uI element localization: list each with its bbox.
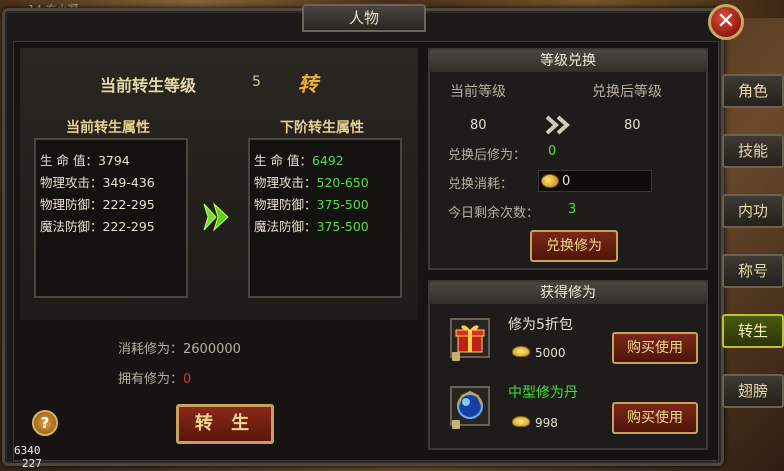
item-name-medium-pill: 中型修为丹 [508, 385, 578, 401]
attr-row-magic-def: 魔法防御：375-500 [254, 216, 369, 235]
obtain-heading: 获得修为 [430, 282, 706, 304]
attr-label: 物理防御： [40, 197, 103, 212]
attr-label: 生 命 值： [40, 153, 98, 168]
attr-value: 222-295 [102, 197, 155, 212]
lock-icon [452, 420, 460, 429]
consume-value: 0 [562, 174, 571, 189]
attr-row-phys-atk: 物理攻击：349-436 [40, 172, 155, 191]
next-attr-heading: 下阶转生属性 [280, 120, 364, 136]
attr-label: 物理防御： [254, 197, 317, 212]
remaining-value: 3 [568, 202, 577, 217]
own-cultivation: 拥有修为：0 [118, 368, 191, 387]
attr-value: 349-436 [102, 175, 155, 190]
attr-value: 375-500 [316, 197, 369, 212]
attr-row-magic-def: 魔法防御：222-295 [40, 216, 155, 235]
remaining-label: 今日剩余次数： [448, 206, 540, 221]
buy-use-button[interactable]: 购买使用 [612, 402, 698, 434]
help-icon[interactable]: ? [32, 410, 58, 436]
exchange-cultivation-button[interactable]: 兑换修为 [530, 230, 618, 262]
attr-row-phys-atk: 物理攻击：520-650 [254, 172, 369, 191]
lock-icon [452, 352, 460, 361]
after-cultivation-label: 兑换后修为： [448, 148, 527, 163]
exchange-current-level-label: 当前等级 [450, 84, 506, 100]
exchange-heading: 等级兑换 [430, 50, 706, 72]
attr-label: 物理攻击： [40, 175, 103, 190]
current-rebirth-level-value: 5 [252, 74, 261, 90]
current-attr-heading: 当前转生属性 [66, 120, 150, 136]
tab-character[interactable]: 角色 [722, 74, 784, 108]
close-button[interactable]: ✕ [708, 4, 744, 40]
attr-row-phys-def: 物理防御：222-295 [40, 194, 155, 213]
gold-ingot-icon [512, 346, 530, 357]
attr-value: 3794 [97, 153, 130, 168]
tab-titles[interactable]: 称号 [722, 254, 784, 288]
attr-label: 物理攻击： [254, 175, 317, 190]
coord-x: 6340 [14, 444, 41, 457]
attr-label: 魔法防御： [254, 219, 317, 234]
exchange-after-level: 80 [624, 118, 641, 133]
coord-y: 227 [22, 457, 42, 470]
consume-label: 兑换消耗： [448, 177, 514, 192]
exchange-after-level-label: 兑换后等级 [592, 84, 662, 100]
double-chevron-right-icon [545, 115, 571, 135]
attr-value: 375-500 [316, 219, 369, 234]
cost-cultivation: 消耗修为：2600000 [118, 338, 241, 357]
attr-value: 520-650 [316, 175, 369, 190]
window-title: 人物 [302, 4, 426, 32]
double-arrow-right-icon [203, 202, 229, 232]
current-attr-box: 生 命 值：3794 物理攻击：349-436 物理防御：222-295 魔法防… [34, 138, 188, 298]
gold-ingot-icon [512, 416, 530, 427]
attr-value: 6492 [311, 153, 344, 168]
tab-inner-power[interactable]: 内功 [722, 194, 784, 228]
exchange-current-level: 80 [470, 118, 487, 133]
current-rebirth-level-label: 当前转生等级 [100, 76, 197, 95]
own-value: 0 [183, 372, 192, 387]
next-attr-box: 生 命 值：6492 物理攻击：520-650 物理防御：375-500 魔法防… [248, 138, 402, 298]
attr-value: 222-295 [102, 219, 155, 234]
item-price: 998 [535, 416, 558, 430]
buy-use-button[interactable]: 购买使用 [612, 332, 698, 364]
cost-value: 2600000 [183, 342, 241, 357]
item-price: 5000 [535, 346, 566, 360]
gold-coin-icon [541, 174, 559, 188]
rebirth-zhuan-glyph: 转 [298, 72, 318, 96]
tab-rebirth[interactable]: 转生 [722, 314, 784, 348]
tab-wings[interactable]: 翅膀 [722, 374, 784, 408]
attr-row-hp: 生 命 值：3794 [40, 150, 130, 169]
cost-label: 消耗修为： [118, 342, 184, 357]
after-cultivation-value: 0 [548, 144, 557, 159]
tab-skills[interactable]: 技能 [722, 134, 784, 168]
own-label: 拥有修为： [118, 372, 184, 387]
attr-label: 魔法防御： [40, 219, 103, 234]
rebirth-button[interactable]: 转 生 [176, 404, 274, 444]
attr-row-hp: 生 命 值：6492 [254, 150, 344, 169]
attr-row-phys-def: 物理防御：375-500 [254, 194, 369, 213]
attr-label: 生 命 值： [254, 153, 312, 168]
item-name-half-price-pack: 修为5折包 [508, 317, 573, 333]
